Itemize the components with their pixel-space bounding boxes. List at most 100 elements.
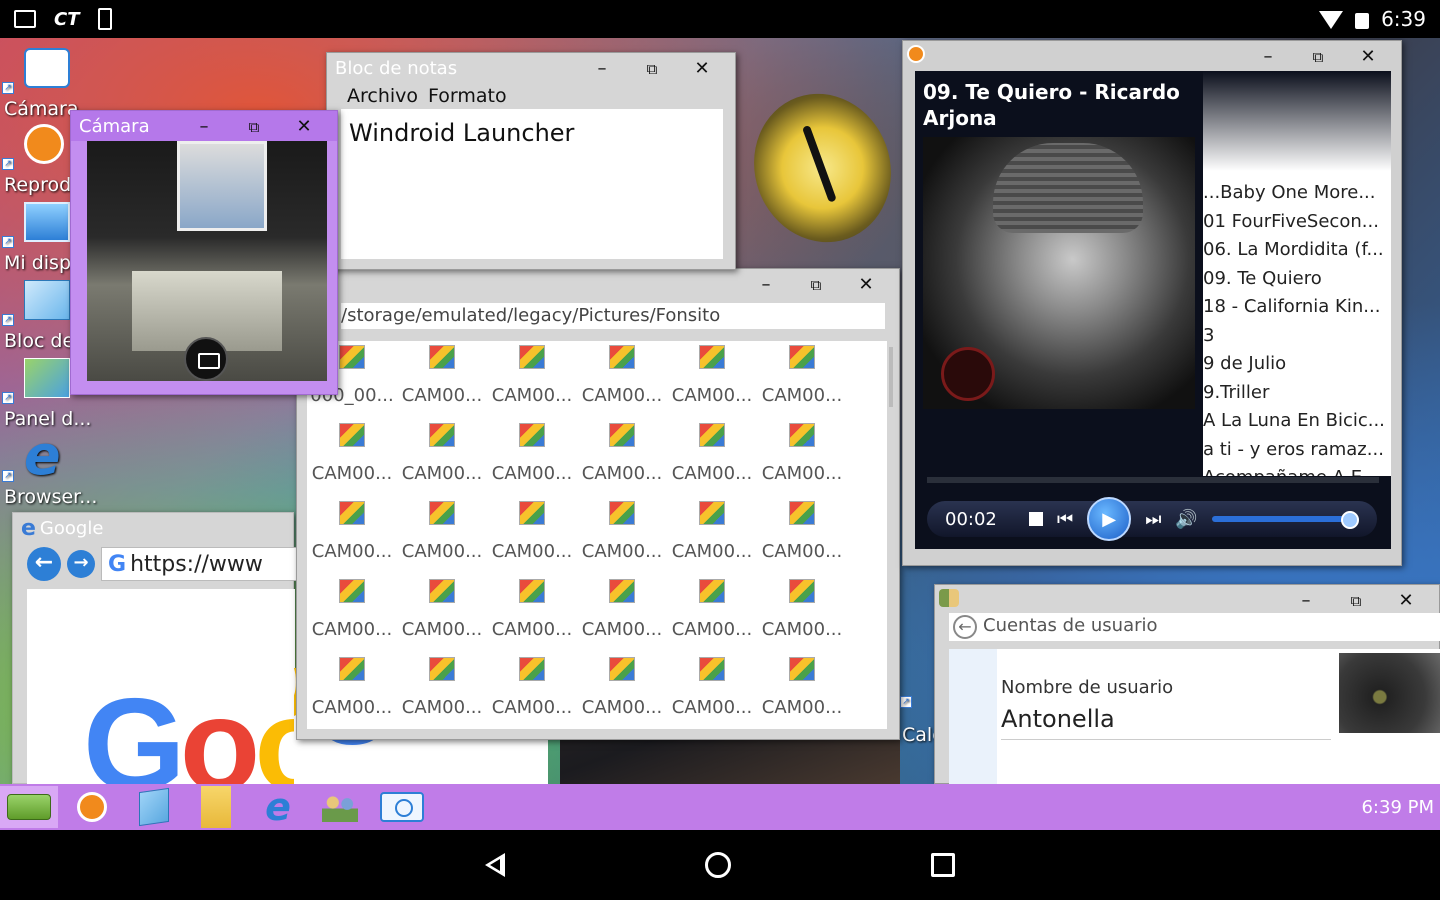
file-item[interactable]: CAM00... xyxy=(577,341,667,419)
file-item[interactable]: CAM00... xyxy=(667,419,757,497)
file-item[interactable]: CAM00... xyxy=(757,497,847,575)
accounts-titlebar[interactable] xyxy=(935,585,1439,615)
playlist-item[interactable]: Acompañame A E... xyxy=(1203,464,1391,476)
file-item[interactable]: CAM00... xyxy=(307,419,397,497)
maximize-button[interactable] xyxy=(1293,46,1343,67)
file-item[interactable]: CAM00... xyxy=(577,497,667,575)
next-button[interactable]: ⏭ xyxy=(1145,509,1161,530)
maximize-button[interactable] xyxy=(1331,590,1381,611)
file-item[interactable]: CAM00... xyxy=(577,419,667,497)
file-item[interactable]: CAM00... xyxy=(577,575,667,653)
playlist-item[interactable]: 06. La Mordidita (f... xyxy=(1203,236,1391,265)
shutter-button[interactable] xyxy=(184,337,228,381)
user-accounts-window[interactable]: ← Cuentas de usuario Nombre de usuario A… xyxy=(934,584,1440,785)
nav-recents-icon[interactable] xyxy=(931,853,955,877)
close-button[interactable] xyxy=(841,274,891,295)
file-item[interactable]: CAM00... xyxy=(487,419,577,497)
playlist-item[interactable]: a ti - y eros ramaz... xyxy=(1203,436,1391,465)
desktop-icon-my-device[interactable]: ↗ Mi disp xyxy=(0,198,80,274)
playlist-item[interactable]: 9 de Julio xyxy=(1203,350,1391,379)
back-arrow-icon[interactable]: ← xyxy=(953,615,977,639)
browser-page[interactable]: Google xyxy=(27,589,295,785)
scrollbar[interactable] xyxy=(889,347,893,407)
close-button[interactable] xyxy=(279,116,329,137)
desktop-icon-player[interactable]: ↗ Reprod xyxy=(0,120,80,196)
file-item[interactable]: CAM00... xyxy=(307,497,397,575)
file-item[interactable]: CAM00... xyxy=(487,341,577,419)
menu-archivo[interactable]: Archivo xyxy=(347,85,418,107)
player-titlebar[interactable] xyxy=(903,41,1401,71)
user-avatar[interactable] xyxy=(1339,653,1440,733)
username-field[interactable]: Antonella xyxy=(1001,705,1115,733)
close-button[interactable] xyxy=(677,58,727,79)
stop-button[interactable] xyxy=(1029,512,1043,526)
minimize-button[interactable] xyxy=(741,274,791,295)
volume-slider[interactable] xyxy=(1211,511,1360,529)
file-item[interactable]: CAM00... xyxy=(307,575,397,653)
taskbar-player[interactable] xyxy=(64,786,120,828)
media-player-window[interactable]: 09. Te Quiero - Ricardo Arjona ...Baby O… xyxy=(902,40,1402,566)
taskbar-accounts[interactable] xyxy=(312,786,368,828)
taskbar-folder[interactable] xyxy=(188,786,244,828)
playlist-item[interactable]: 9.Triller xyxy=(1203,379,1391,408)
menu-formato[interactable]: Formato xyxy=(428,85,507,107)
playlist-item[interactable]: 01 FourFiveSecon... xyxy=(1203,208,1391,237)
file-item[interactable]: CAM00... xyxy=(487,497,577,575)
play-button[interactable]: ▶ xyxy=(1087,497,1132,541)
file-explorer-window[interactable]: /storage/emulated/legacy/Pictures/Fonsit… xyxy=(296,268,900,740)
previous-button[interactable]: ⏮ xyxy=(1057,509,1073,530)
playlist-item[interactable]: ...Baby One More... xyxy=(1203,179,1391,208)
file-explorer-titlebar[interactable] xyxy=(297,269,899,299)
minimize-button[interactable] xyxy=(1243,46,1293,67)
notepad-text-area[interactable]: Windroid Launcher xyxy=(341,109,723,259)
volume-icon[interactable]: 🔊 xyxy=(1175,509,1197,530)
progress-bar[interactable] xyxy=(927,477,1379,483)
taskbar-camera[interactable] xyxy=(374,786,430,828)
file-item[interactable]: CAM00... xyxy=(397,341,487,419)
file-item[interactable]: CAM00... xyxy=(757,419,847,497)
file-item[interactable]: CAM00... xyxy=(667,341,757,419)
desktop-icon-camera[interactable]: ↗ Cámara xyxy=(0,44,80,120)
file-item[interactable]: CAM00... xyxy=(577,653,667,729)
nav-home-icon[interactable] xyxy=(705,852,731,878)
taskbar-browser[interactable]: e xyxy=(250,785,306,829)
file-item[interactable]: CAM00... xyxy=(667,497,757,575)
playlist-item[interactable]: 3 xyxy=(1203,322,1391,351)
file-item[interactable]: CAM00... xyxy=(487,653,577,729)
file-item[interactable]: CAM00... xyxy=(307,653,397,729)
back-arrow-icon[interactable]: ← xyxy=(27,547,61,581)
desktop-icon-calculator[interactable]: ↗ Calc xyxy=(898,670,943,746)
minimize-button[interactable] xyxy=(577,58,627,79)
file-item[interactable]: CAM00... xyxy=(757,653,847,729)
playlist-item[interactable]: 18 - California Kin... xyxy=(1203,293,1391,322)
close-button[interactable] xyxy=(1381,590,1431,611)
path-bar[interactable]: /storage/emulated/legacy/Pictures/Fonsit… xyxy=(341,303,885,329)
start-button[interactable] xyxy=(0,786,58,828)
file-item[interactable]: CAM00... xyxy=(397,575,487,653)
file-item[interactable]: CAM00... xyxy=(667,575,757,653)
maximize-button[interactable] xyxy=(627,58,677,79)
address-bar[interactable]: G https://www xyxy=(101,547,301,581)
desktop-icon-control-panel[interactable]: ↗ Panel d... xyxy=(0,354,91,430)
notepad-titlebar[interactable]: Bloc de notas xyxy=(327,53,735,83)
taskbar-notepad[interactable] xyxy=(126,786,182,828)
desktop-icon-notepad[interactable]: ↗ Bloc de xyxy=(0,276,80,352)
browser-window[interactable]: e Google ← → G https://www Google xyxy=(12,512,301,785)
playlist-item[interactable]: A La Luna En Bicic... xyxy=(1203,407,1391,436)
minimize-button[interactable] xyxy=(179,116,229,137)
file-item[interactable]: CAM00... xyxy=(757,341,847,419)
file-item[interactable]: CAM00... xyxy=(667,653,757,729)
maximize-button[interactable] xyxy=(791,274,841,295)
minimize-button[interactable] xyxy=(1281,590,1331,611)
file-item[interactable]: CAM00... xyxy=(397,653,487,729)
file-item[interactable]: CAM00... xyxy=(487,575,577,653)
desktop-icon-browser[interactable]: e ↗ Browser... xyxy=(0,429,97,508)
close-button[interactable] xyxy=(1343,46,1393,67)
maximize-button[interactable] xyxy=(229,116,279,137)
file-item[interactable]: CAM00... xyxy=(757,575,847,653)
browser-titlebar[interactable]: e Google xyxy=(13,513,293,543)
playlist[interactable]: ...Baby One More... 01 FourFiveSecon... 06… xyxy=(1203,71,1391,476)
file-item[interactable]: CAM00... xyxy=(397,419,487,497)
playlist-item[interactable]: 09. Te Quiero xyxy=(1203,265,1391,294)
camera-titlebar[interactable]: Cámara xyxy=(71,111,337,141)
